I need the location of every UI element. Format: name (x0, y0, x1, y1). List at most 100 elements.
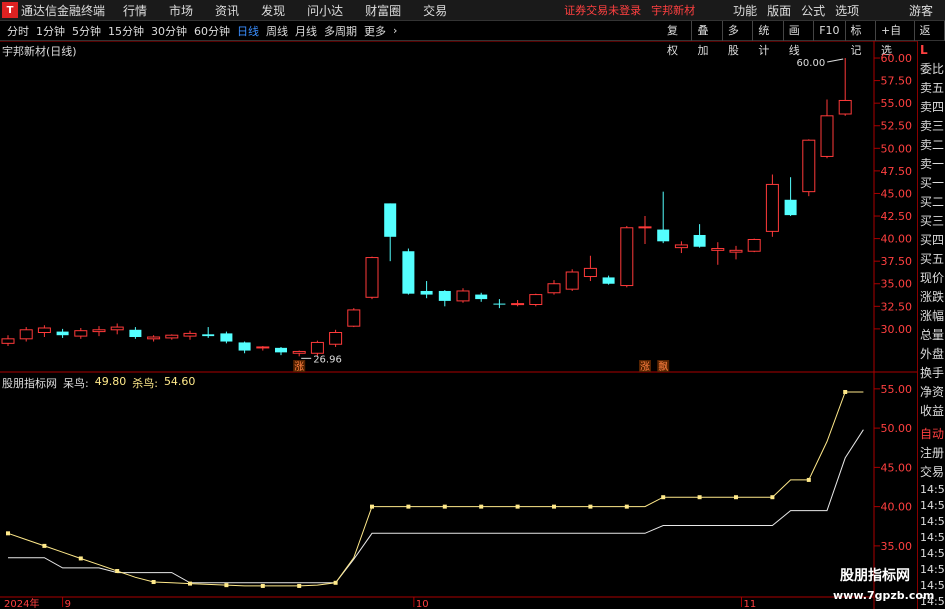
candlestick-series (1, 58, 852, 357)
period-multi[interactable]: 多周期 (324, 23, 357, 39)
candle-body (56, 331, 69, 336)
period-60min[interactable]: 60分钟 (194, 23, 230, 39)
sidebar-item-4[interactable]: 卖二 (918, 136, 945, 155)
ind-tick-label: 50.00 (881, 422, 913, 435)
sidebar-time-5: 14:56 (920, 563, 945, 576)
sidebar-lower-item-0[interactable]: 自动 (918, 425, 945, 444)
candle-body (583, 267, 597, 278)
period-15min[interactable]: 15分钟 (108, 23, 144, 39)
tool-duogu[interactable]: 多股 (723, 21, 754, 57)
sidebar-item-1[interactable]: 卖五 (918, 79, 945, 98)
sidebar-item-5[interactable]: 卖一 (918, 155, 945, 174)
sidebar-item-14[interactable]: 总量 (918, 326, 945, 345)
candle (802, 139, 816, 197)
menu-item-faxian[interactable]: 发现 (261, 2, 285, 19)
tool-tongji[interactable]: 统计 (753, 21, 784, 57)
date-tick-label: 9 (65, 599, 71, 609)
candle (493, 299, 506, 309)
series-line-shaniao (7, 391, 864, 587)
tool-zixuan[interactable]: +自选 (876, 21, 915, 57)
series-point-shaniao (770, 495, 775, 500)
menu-item-xuanxiang[interactable]: 选项 (835, 2, 859, 19)
chart-canvas[interactable]: 60.00 57.50 55.00 52.50 50.00 47.50 45.00 42.50… (0, 41, 917, 609)
menu-item-gongneng[interactable]: 功能 (733, 2, 757, 19)
candle (529, 293, 543, 307)
menu-item-wenxiaoda[interactable]: 问小达 (307, 2, 343, 19)
candle-body (529, 294, 543, 306)
sidebar-item-3[interactable]: 卖三 (918, 117, 945, 136)
high-price-label: 60.00 (797, 58, 826, 69)
candle-body (838, 99, 852, 115)
candle (129, 327, 142, 339)
tool-fanhui[interactable]: 返回 (915, 21, 945, 57)
sidebar-item-12[interactable]: 涨跌 (918, 288, 945, 307)
series-point-shaniao (806, 477, 811, 482)
candle (784, 177, 797, 217)
menu-item-banmian[interactable]: 版面 (767, 2, 791, 19)
chart-annotations: 60.0026.96涨涨飘 (293, 58, 844, 373)
menu-item-shichang[interactable]: 市场 (169, 2, 193, 19)
candle-body (292, 350, 306, 354)
price-tick-label: 55.00 (881, 97, 913, 110)
sidebar-item-6[interactable]: 买一 (918, 174, 945, 193)
sidebar-item-18[interactable]: 收益 (918, 402, 945, 421)
sidebar-item-0[interactable]: 委比 (918, 60, 945, 79)
sidebar-item-7[interactable]: 买二 (918, 193, 945, 212)
sidebar-item-11[interactable]: 现价 (918, 269, 945, 288)
event-marker-label: 飘 (658, 361, 668, 373)
menu-item-caifuquan[interactable]: 财富圈 (365, 2, 401, 19)
tool-fuquan[interactable]: 复权 (662, 21, 693, 57)
indicator-k-value: 54.60 (163, 375, 196, 388)
sidebar-item-10[interactable]: 买五 (918, 250, 945, 269)
event-marker-label: 涨 (640, 361, 650, 373)
period-daily[interactable]: 日线 (237, 23, 259, 39)
menu-item-zixun[interactable]: 资讯 (215, 2, 239, 19)
chevron-right-icon[interactable]: › (393, 24, 397, 37)
period-monthly[interactable]: 月线 (295, 23, 317, 39)
candle (765, 174, 779, 237)
price-tick-label: 52.50 (881, 120, 913, 133)
login-notice[interactable]: 证券交易未登录 (564, 2, 641, 18)
candle (820, 99, 834, 159)
series-point-shaniao (151, 580, 156, 585)
candle (74, 327, 88, 339)
indicator-s-value: 49.80 (94, 375, 127, 388)
candle (347, 308, 361, 328)
candle-body (820, 115, 834, 157)
sidebar-item-16[interactable]: 换手 (918, 364, 945, 383)
tool-biaoji[interactable]: 标记 (846, 21, 876, 57)
sidebar-item-13[interactable]: 涨幅 (918, 307, 945, 326)
tool-huaxian[interactable]: 画线 (784, 21, 815, 57)
period-30min[interactable]: 30分钟 (151, 23, 187, 39)
menu-item-jiaoyi[interactable]: 交易 (423, 2, 447, 19)
menu-item-hangqing[interactable]: 行情 (123, 2, 147, 19)
sidebar-lower-item-1[interactable]: 注册 (918, 444, 945, 463)
period-more[interactable]: 更多 (364, 23, 386, 39)
sidebar-item-2[interactable]: 卖四 (918, 98, 945, 117)
tool-diejia[interactable]: 叠加 (692, 21, 723, 57)
sidebar-item-17[interactable]: 净资 (918, 383, 945, 402)
candle-body (37, 327, 51, 333)
tool-f10[interactable]: F10 (814, 21, 846, 41)
candle-body (92, 329, 106, 333)
candle (37, 325, 51, 338)
candle-body (1, 338, 15, 344)
candle-body (129, 329, 142, 338)
series-point-shaniao (442, 504, 447, 509)
sidebar-item-15[interactable]: 外盘 (918, 345, 945, 364)
sidebar-lower-item-2[interactable]: 交易 (918, 463, 945, 482)
series-point-shaniao (406, 504, 411, 509)
menu-item-gongshi[interactable]: 公式 (801, 2, 825, 19)
sidebar-item-8[interactable]: 买三 (918, 212, 945, 231)
series-point-shaniao (661, 495, 666, 500)
candle (475, 292, 488, 302)
period-weekly[interactable]: 周线 (266, 23, 288, 39)
period-fenshi[interactable]: 分时 (7, 23, 29, 39)
period-1min[interactable]: 1分钟 (36, 23, 65, 39)
sidebar-time-4: 14:56 (920, 547, 945, 560)
series-point-shaniao (333, 580, 338, 585)
candle (384, 203, 397, 262)
period-5min[interactable]: 5分钟 (72, 23, 101, 39)
guest-login-button[interactable]: 游客 (909, 2, 933, 19)
sidebar-item-9[interactable]: 买四 (918, 231, 945, 250)
